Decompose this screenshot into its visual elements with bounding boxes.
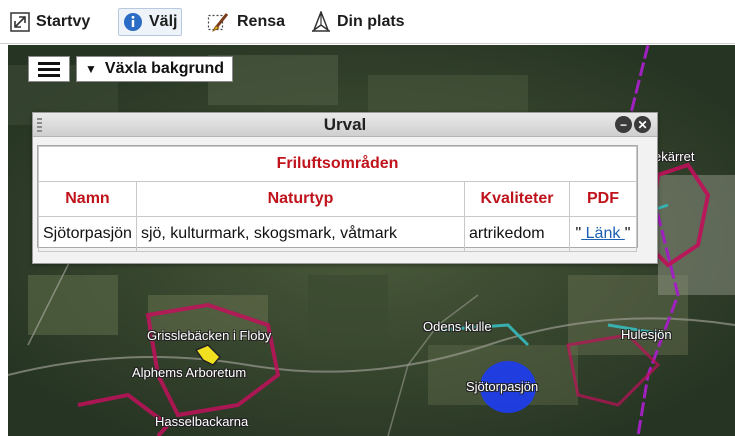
hamburger-icon [38,61,60,65]
minimize-icon[interactable]: − [615,116,632,133]
toolbar: Startvy Välj Rensa Din plats [0,0,735,44]
place-label-hulesjon: Hulesjön [621,327,672,342]
place-label-hasselbackarna: Hasselbackarna [155,414,249,429]
startvy-button[interactable]: Startvy [6,8,94,36]
cell-pdf: " Länk " [569,216,637,252]
column-header-namn: Namn [38,181,137,217]
dialog-titlebar[interactable]: Urval − ✕ [33,113,657,137]
din-plats-button[interactable]: Din plats [307,8,409,36]
place-label-sjotorpasjon: Sjötorpasjön [466,379,539,394]
results-table-container: Friluftsområden Namn Naturtyp Kvaliteter… [37,145,638,252]
drag-grip-icon[interactable] [37,118,42,132]
switch-background-label: Växla bakgrund [104,60,225,77]
close-icon[interactable]: ✕ [634,116,651,133]
rensa-label: Rensa [237,13,286,30]
column-header-kvaliteter: Kvaliteter [464,181,570,217]
selection-dialog: Urval − ✕ Friluftsområden Namn Naturtyp … [32,112,658,264]
table-title: Friluftsområden [38,146,637,182]
valj-label: Välj [149,13,178,30]
switch-background-button[interactable]: ▼ Växla bakgrund [76,56,234,82]
cell-namn: Sjötorpasjön [38,216,137,252]
startvy-label: Startvy [36,13,91,30]
cell-naturtyp: sjö, kulturmark, skogsmark, våtmark [135,216,466,252]
rensa-button[interactable]: Rensa [203,8,289,36]
eraser-brush-icon [207,11,231,33]
place-label-ekarret: ekärret [654,149,695,164]
place-label-grisslebacken: Grisslebäcken i Floby [147,328,272,343]
cell-kvaliteter: artrikedom [464,216,570,252]
location-compass-icon [311,11,331,33]
info-icon [123,12,143,32]
column-header-pdf: PDF [569,181,637,217]
layer-menu-button[interactable] [28,56,70,82]
valj-button[interactable]: Välj [118,8,183,36]
column-header-naturtyp: Naturtyp [135,181,466,217]
dialog-title: Urval [323,115,367,134]
pdf-quote-close: " [624,225,631,242]
pdf-link[interactable]: Länk [581,225,625,242]
din-plats-label: Din plats [337,13,405,30]
place-label-alphems: Alphems Arboretum [132,365,247,380]
results-table: Friluftsområden Namn Naturtyp Kvaliteter… [38,146,637,252]
table-row: Sjötorpasjön sjö, kulturmark, skogsmark,… [38,216,637,252]
caret-down-icon: ▼ [85,62,97,76]
place-label-odens-kulle: Odens kulle [423,319,492,334]
expand-icon [10,12,30,32]
